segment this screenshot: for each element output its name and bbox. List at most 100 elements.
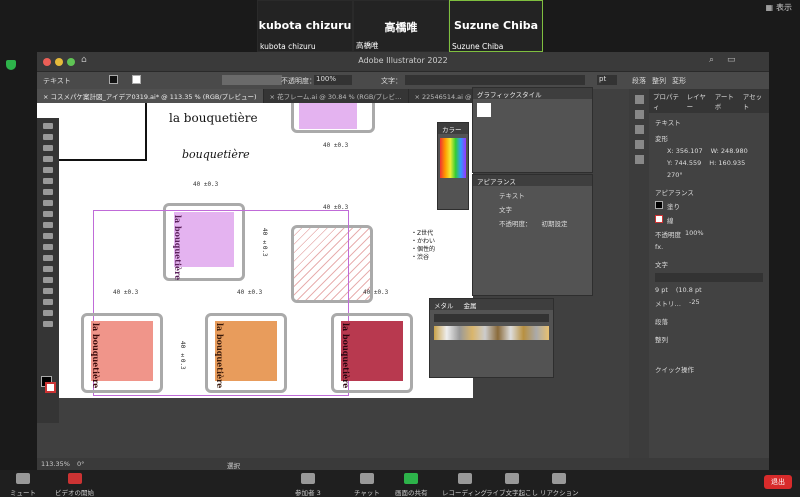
hand-tool-icon[interactable]: [43, 310, 53, 316]
stroke-swatch[interactable]: [655, 215, 663, 223]
eraser-tool-icon[interactable]: [43, 200, 53, 206]
tab-document-1[interactable]: × コスメパケ案計図_アイデア0319.ai* @ 113.35 % (RGB/…: [37, 89, 264, 103]
height-field[interactable]: 160.935: [718, 159, 745, 167]
share-screen-button[interactable]: 画面の共有: [395, 473, 428, 497]
close-tab-icon[interactable]: ×: [415, 93, 423, 101]
kerning-field[interactable]: メトリ…: [655, 298, 681, 308]
font-size-field[interactable]: pt: [597, 75, 617, 85]
start-video-button[interactable]: ビデオの開始: [55, 473, 94, 497]
mute-button[interactable]: ミュート: [10, 473, 36, 497]
artboard-tool-icon[interactable]: [43, 299, 53, 305]
tab-properties[interactable]: プロパティ: [653, 91, 681, 111]
align-link[interactable]: 整列: [652, 76, 666, 86]
view-button[interactable]: ▦ 表示: [765, 2, 792, 13]
paragraph-link[interactable]: 段落: [632, 76, 646, 86]
warp-tool-icon[interactable]: [43, 233, 53, 239]
fx-button[interactable]: fx.: [649, 241, 769, 253]
dimension-label: 40 ±0.3: [237, 289, 263, 296]
chat-label: チャット: [354, 489, 380, 497]
tab-document-2[interactable]: × 花フレーム.ai @ 30.84 % (RGB/プレビ…: [264, 89, 409, 103]
search-icon[interactable]: ⌕: [709, 55, 714, 65]
x-field[interactable]: 356.107: [676, 147, 703, 155]
rotate-tool-icon[interactable]: [43, 211, 53, 217]
rectangle-tool-icon[interactable]: [43, 178, 53, 184]
zoom-level-field[interactable]: 113.35%: [41, 460, 70, 468]
color-chip: [299, 103, 357, 129]
participant-gallery: kubota chizuru kubota chizuru 高橋唯 高橋唯 Su…: [257, 0, 543, 52]
keyword-item: ・個性的: [411, 246, 436, 253]
stroke-swatch[interactable]: [132, 75, 141, 84]
stroke-weight-field[interactable]: [222, 75, 282, 85]
style-swatch[interactable]: [477, 103, 491, 117]
participant-tile[interactable]: 高橋唯 高橋唯: [353, 0, 449, 52]
shape-builder-tool-icon[interactable]: [43, 244, 53, 250]
fill-swatch[interactable]: [655, 201, 663, 209]
title-bar: ⌂ Adobe Illustrator 2022 ⌕ ▭: [37, 52, 769, 72]
layers-icon[interactable]: [634, 95, 644, 104]
panel-header: グラフィックスタイル: [473, 88, 592, 99]
line-tool-icon[interactable]: [43, 167, 53, 173]
properties-panel: プロパティ レイヤー アートボ アセット テキスト 変形 X: 356.107 W…: [649, 89, 769, 458]
participants-button[interactable]: 参加者 3: [295, 473, 321, 497]
metal-swatches[interactable]: [434, 326, 549, 340]
artboard-canvas[interactable]: la bouquetière bouquetière 40 ±0.3 la bo…: [37, 103, 473, 398]
swatch-search[interactable]: [434, 314, 549, 322]
graph-tool-icon[interactable]: [43, 288, 53, 294]
pen-tool-icon[interactable]: [43, 145, 53, 151]
rotation-view-field[interactable]: 0°: [77, 460, 84, 468]
record-button[interactable]: レコーディング: [442, 473, 487, 497]
selection-type-label: テキスト: [43, 77, 71, 85]
participant-tile[interactable]: kubota chizuru kubota chizuru: [257, 0, 353, 52]
fill-swatch[interactable]: [109, 75, 118, 84]
appearance-panel: アピアランス テキスト 文字 不透明度： 初期設定: [472, 174, 593, 296]
libraries-icon[interactable]: [634, 110, 644, 119]
transform-link[interactable]: 変形: [672, 76, 686, 86]
tab-assets[interactable]: アセット: [743, 91, 765, 111]
gradient-tool-icon[interactable]: [43, 255, 53, 261]
font-search-field[interactable]: [405, 75, 585, 85]
leave-button[interactable]: 退出: [764, 475, 792, 489]
direct-selection-tool-icon[interactable]: [43, 134, 53, 140]
brushes-icon[interactable]: [634, 140, 644, 149]
live-transcript-button[interactable]: ライブ文字起こし: [486, 473, 538, 497]
type-tool-icon[interactable]: [43, 156, 53, 162]
stroke-label: 線: [667, 217, 674, 225]
brush-tool-icon[interactable]: [43, 189, 53, 195]
tracking-field[interactable]: -25: [689, 298, 700, 308]
font-size-field[interactable]: 9 pt: [655, 286, 668, 294]
reactions-button[interactable]: リアクション: [540, 473, 579, 497]
keyword-item: ・Z世代: [411, 230, 434, 237]
opacity-field[interactable]: 100%: [685, 229, 704, 239]
chat-button[interactable]: チャット: [354, 473, 380, 497]
appearance-character[interactable]: 文字: [473, 202, 592, 216]
scale-tool-icon[interactable]: [43, 222, 53, 228]
close-tab-icon[interactable]: ×: [270, 93, 278, 101]
video-off-icon: [67, 473, 82, 484]
participant-tile-active[interactable]: Suzune Chiba Suzune Chiba: [449, 0, 543, 52]
stroke-color-icon[interactable]: [45, 382, 56, 393]
font-family-field[interactable]: [655, 273, 763, 282]
tab-layers[interactable]: レイヤー: [687, 91, 709, 111]
symbols-icon[interactable]: [634, 155, 644, 164]
color-spectrum[interactable]: [440, 138, 466, 178]
leading-field[interactable]: (10.8 pt: [676, 286, 702, 294]
zoom-tool-icon[interactable]: [43, 321, 53, 327]
workspace-icon[interactable]: ▭: [727, 55, 736, 65]
width-field[interactable]: 248.980: [721, 147, 748, 155]
blend-tool-icon[interactable]: [43, 277, 53, 283]
share-label: 画面の共有: [395, 489, 428, 497]
eyedropper-tool-icon[interactable]: [43, 266, 53, 272]
swatches-icon[interactable]: [634, 125, 644, 134]
selection-tool-icon[interactable]: [43, 123, 53, 129]
panel-icon-column: [629, 89, 649, 458]
tab-artboards[interactable]: アートボ: [715, 91, 737, 111]
close-tab-icon[interactable]: ×: [43, 93, 51, 101]
opacity-field[interactable]: 100%: [314, 75, 352, 85]
rotation-field[interactable]: 270°: [649, 169, 769, 181]
y-field[interactable]: 744.559: [674, 159, 701, 167]
tab-metal[interactable]: メタル: [434, 300, 454, 310]
security-shield-icon[interactable]: [6, 60, 16, 70]
panel-header: カラー: [438, 123, 468, 134]
appearance-opacity-value[interactable]: 初期設定: [542, 218, 568, 228]
tab-metal-2[interactable]: 金属: [464, 300, 477, 310]
